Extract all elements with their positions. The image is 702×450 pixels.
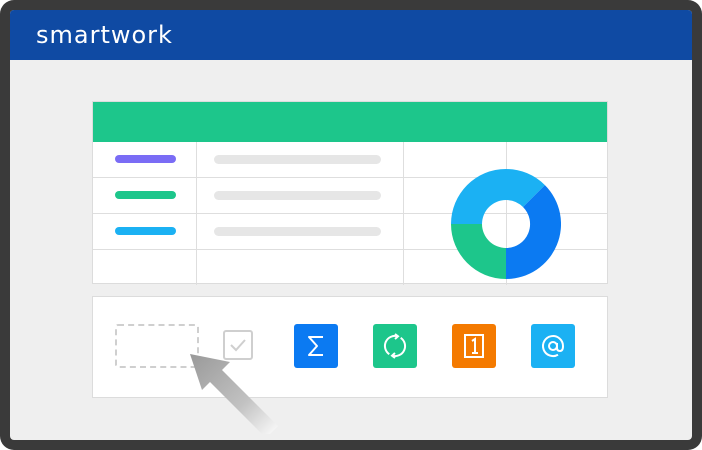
field-toolbar — [92, 296, 608, 398]
row-tag-sky — [115, 227, 176, 235]
drag-arrow-icon — [190, 354, 278, 434]
column-divider — [196, 142, 197, 285]
donut-segment-green — [451, 224, 506, 279]
row-tag-green — [115, 191, 176, 199]
sheet-header — [93, 102, 607, 142]
column-divider — [403, 142, 404, 285]
device-frame: smartwork — [0, 0, 702, 450]
top-bar: smartwork — [10, 10, 692, 60]
sheet-card — [92, 101, 608, 285]
row-text-placeholder — [214, 155, 381, 164]
sigma-icon — [308, 336, 323, 356]
sum-tool[interactable] — [294, 324, 338, 368]
donut-segment-sky-left — [451, 169, 506, 224]
sync-tool[interactable] — [373, 324, 417, 368]
mention-tool[interactable] — [531, 324, 575, 368]
row-text-placeholder — [214, 227, 381, 236]
row-text-placeholder — [214, 191, 381, 200]
brand-logo: smartwork — [36, 21, 173, 49]
app-screen: smartwork — [10, 10, 692, 440]
donut-chart — [451, 169, 561, 279]
number-tool[interactable] — [452, 324, 496, 368]
refresh-icon — [383, 333, 407, 359]
row-tag-purple — [115, 155, 176, 163]
at-sign-icon — [542, 335, 565, 358]
number-one-icon — [464, 334, 484, 358]
